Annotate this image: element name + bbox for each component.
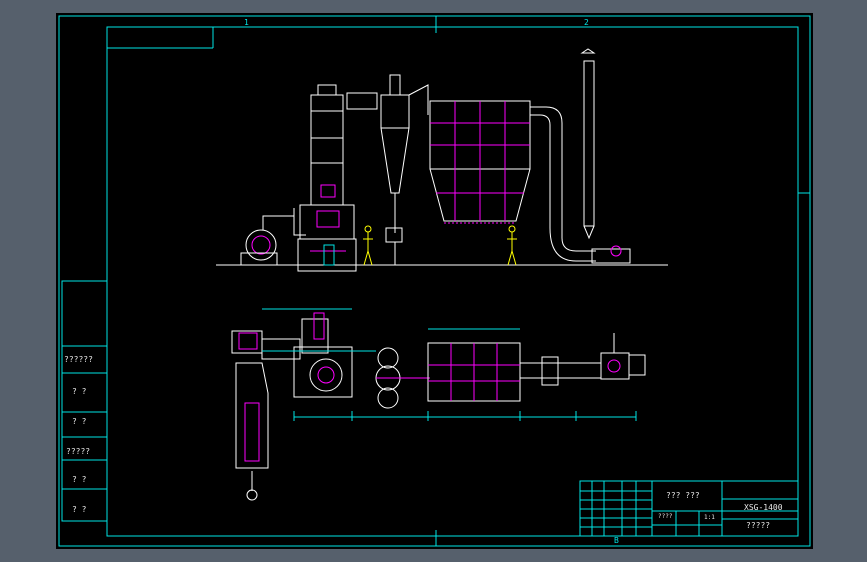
plan-view (231, 308, 646, 501)
plan-cyclone (375, 347, 430, 409)
drawing-sheet: 1 2 B ?????? ? ? ? ? ????? ? ? ? ? ??? ?… (56, 13, 813, 549)
left-table-row-2: ? ? (72, 387, 87, 396)
plan-heater (261, 312, 376, 398)
sheet-number: 1:1 (704, 514, 715, 521)
drawing-name: ??? ??? (666, 491, 700, 500)
zone-label-1: 1 (244, 18, 249, 27)
left-table-row-1: ?????? (64, 355, 93, 364)
feeder-unit (231, 330, 269, 501)
left-table-row-4: ????? (66, 447, 91, 456)
exhaust-duct (530, 106, 596, 262)
bag-filter (429, 100, 531, 224)
plan-bag-filter (427, 342, 601, 402)
chimney-stack (580, 48, 631, 264)
left-table-row-3: ? ? (72, 417, 87, 426)
zone-label-2: 2 (584, 18, 589, 27)
scale-label: ???? (658, 513, 673, 520)
heater-tower (297, 84, 378, 272)
zone-label-bottom: B (614, 536, 619, 545)
drawing-material: ????? (746, 521, 771, 530)
cad-drawing (58, 15, 811, 547)
sheet-frame (58, 15, 811, 547)
drawing-code: XSG-1400 (744, 503, 783, 512)
left-table-row-6: ? ? (72, 505, 87, 514)
elevation-view (216, 48, 668, 272)
left-info-table (61, 280, 108, 522)
blower-fan (240, 208, 306, 266)
cyclone-separator (380, 74, 429, 265)
plan-stack-fan (600, 333, 646, 380)
left-table-row-5: ? ? (72, 475, 87, 484)
